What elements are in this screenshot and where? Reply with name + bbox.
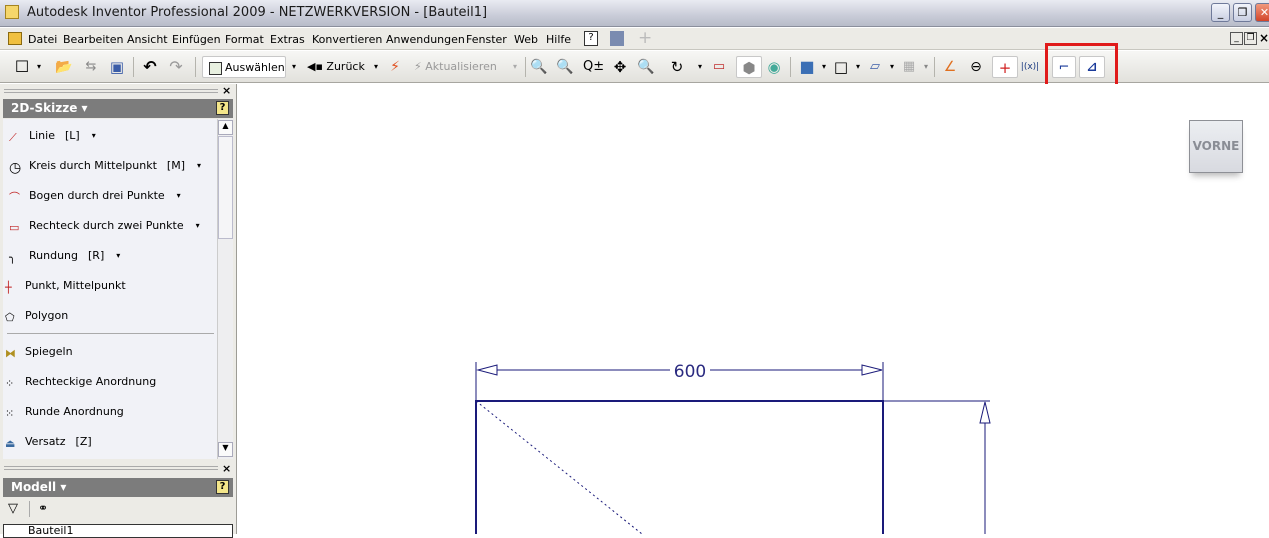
vertical-dimension-arrow xyxy=(979,401,991,424)
dimension-arrow-left xyxy=(476,364,498,376)
dimension-arrow-right xyxy=(861,364,883,376)
sketch-rectangle[interactable] xyxy=(475,400,884,534)
dimension-value[interactable]: 600 xyxy=(674,362,706,382)
sketch-drawing: 600 xyxy=(475,362,991,534)
construction-diagonal xyxy=(475,400,643,534)
